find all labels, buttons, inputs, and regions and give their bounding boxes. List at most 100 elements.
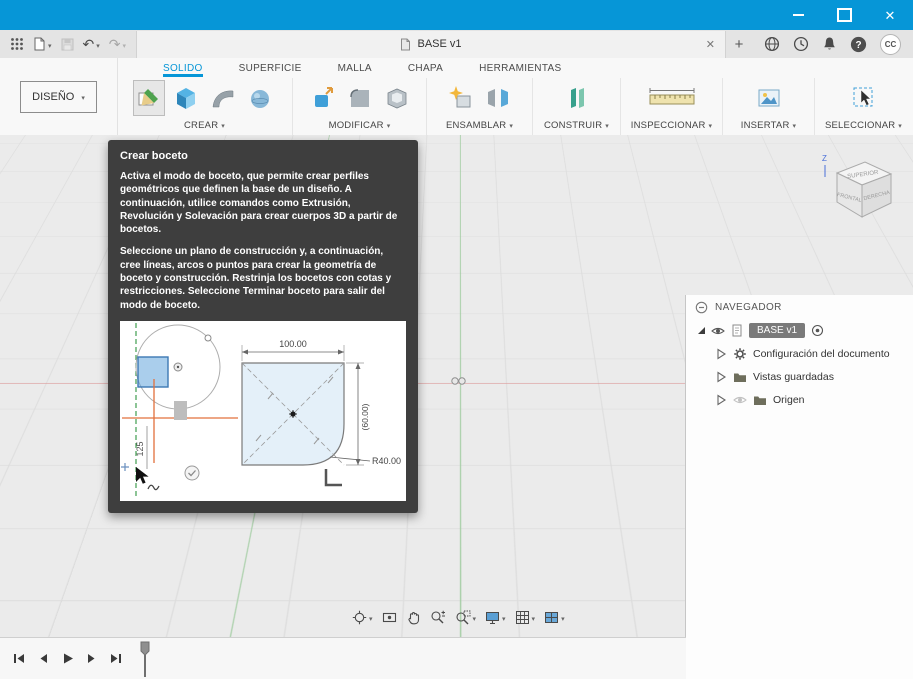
- step-back-icon: [37, 652, 50, 665]
- close-button[interactable]: ✕: [867, 0, 913, 30]
- group-label: ENSAMBLAR: [446, 120, 506, 131]
- web-home-button[interactable]: [764, 36, 780, 52]
- visibility-off-eye-icon[interactable]: [733, 394, 747, 406]
- y-axis-line: [460, 135, 470, 679]
- group-insertar-dropdown[interactable]: INSERTAR: [741, 120, 796, 131]
- caret-expanded-icon[interactable]: [698, 327, 705, 334]
- root-component-name[interactable]: BASE v1: [749, 323, 805, 338]
- create-sketch-button[interactable]: [133, 80, 165, 116]
- timeline-step-back-button[interactable]: [37, 652, 50, 665]
- file-menu-button[interactable]: [33, 35, 52, 53]
- user-avatar[interactable]: CC: [880, 34, 901, 55]
- group-construir: CONSTRUIR: [533, 78, 621, 135]
- insert-image-button[interactable]: [753, 80, 785, 116]
- browser-row-origin[interactable]: Origen: [686, 388, 913, 411]
- display-settings-button[interactable]: [485, 608, 506, 626]
- activate-component-icon[interactable]: [811, 324, 824, 337]
- extrude-button[interactable]: [170, 80, 202, 116]
- zoom-icon: [430, 610, 446, 625]
- shell-button[interactable]: [381, 80, 413, 116]
- group-crear-dropdown[interactable]: CREAR: [184, 120, 225, 131]
- new-tab-button[interactable]: +: [726, 31, 752, 58]
- view-cube[interactable]: Z SUPERIOR FRONTAL DERECHA: [815, 147, 899, 231]
- quick-access-toolbar: ↶ ↷: [0, 35, 136, 53]
- dropdown-caret-icon: [532, 608, 536, 626]
- construction-plane-button[interactable]: [561, 80, 593, 116]
- sweep-icon: [210, 85, 236, 111]
- press-pull-icon: [310, 85, 336, 111]
- zoom-window-icon: [455, 610, 471, 625]
- look-at-button[interactable]: [382, 610, 397, 625]
- skip-to-end-icon: [109, 652, 123, 665]
- sphere-button[interactable]: [244, 80, 276, 116]
- browser-row-document-settings[interactable]: Configuración del documento: [686, 342, 913, 365]
- tab-malla[interactable]: MALLA: [338, 63, 372, 77]
- group-inspeccionar-dropdown[interactable]: INSPECCIONAR: [631, 120, 712, 131]
- tab-chapa[interactable]: CHAPA: [408, 63, 443, 77]
- minimize-button[interactable]: [775, 0, 821, 30]
- new-component-button[interactable]: [445, 80, 477, 116]
- tab-solido[interactable]: SOLIDO: [163, 63, 203, 77]
- group-label: SELECCIONAR: [825, 120, 895, 131]
- select-button[interactable]: [848, 80, 880, 116]
- timeline-go-to-end-button[interactable]: [109, 652, 123, 665]
- group-seleccionar-dropdown[interactable]: SELECCIONAR: [825, 120, 902, 131]
- fillet-button[interactable]: [344, 80, 376, 116]
- component-document-icon: [731, 324, 743, 337]
- sweep-button[interactable]: [207, 80, 239, 116]
- joint-button[interactable]: [482, 80, 514, 116]
- minimize-icon: [793, 14, 804, 16]
- model-viewport[interactable]: Z SUPERIOR FRONTAL DERECHA Crear boceto …: [0, 135, 913, 679]
- workspace-dropdown-button[interactable]: DISEÑO: [20, 81, 97, 113]
- group-modificar-dropdown[interactable]: MODIFICAR: [329, 120, 391, 131]
- timeline-position-marker[interactable]: [138, 641, 152, 678]
- viewports-button[interactable]: [544, 608, 565, 626]
- display-settings-icon: [485, 610, 500, 625]
- tab-close-button[interactable]: ✕: [706, 38, 715, 51]
- tooltip-paragraph-1: Activa el modo de boceto, que permite cr…: [120, 170, 406, 236]
- redo-button[interactable]: ↷: [109, 35, 126, 53]
- caret-collapsed-icon[interactable]: [716, 371, 727, 383]
- tab-herramientas[interactable]: HERRAMIENTAS: [479, 63, 561, 77]
- browser-root-row[interactable]: BASE v1: [686, 319, 913, 342]
- notifications-button[interactable]: [822, 36, 837, 52]
- bell-icon: [822, 36, 837, 52]
- zoom-button[interactable]: [430, 610, 446, 625]
- undo-button[interactable]: ↶: [83, 35, 100, 53]
- press-pull-button[interactable]: [307, 80, 339, 116]
- clock-icon: [793, 36, 809, 52]
- create-sketch-tooltip: Crear boceto Activa el modo de boceto, q…: [108, 140, 418, 513]
- dropdown-caret-icon: [561, 608, 565, 626]
- timeline-play-button[interactable]: [61, 652, 74, 665]
- collapse-panel-icon[interactable]: [695, 301, 708, 314]
- save-button[interactable]: [61, 38, 74, 51]
- save-icon: [61, 38, 74, 51]
- group-label: CREAR: [184, 120, 218, 131]
- app-grid-button[interactable]: [10, 37, 24, 51]
- tooltip-title: Crear boceto: [120, 150, 406, 162]
- measure-button[interactable]: [646, 80, 698, 116]
- maximize-button[interactable]: [821, 0, 867, 30]
- dropdown-caret-icon: [96, 35, 100, 53]
- caret-collapsed-icon[interactable]: [716, 394, 727, 406]
- file-icon: [33, 37, 46, 51]
- group-construir-dropdown[interactable]: CONSTRUIR: [544, 120, 609, 131]
- workspace-label: DISEÑO: [32, 91, 74, 103]
- document-tab[interactable]: BASE v1 ✕: [136, 31, 726, 58]
- help-button[interactable]: ?: [850, 36, 867, 53]
- tab-superficie[interactable]: SUPERFICIE: [239, 63, 302, 77]
- visibility-eye-icon[interactable]: [711, 325, 725, 337]
- tab-bar: ↶ ↷ BASE v1 ✕ + ?: [0, 30, 913, 59]
- dropdown-caret-icon: [123, 35, 127, 53]
- browser-row-saved-views[interactable]: Vistas guardadas: [686, 365, 913, 388]
- timeline-step-forward-button[interactable]: [85, 652, 98, 665]
- recent-files-button[interactable]: [793, 36, 809, 52]
- timeline-go-to-start-button[interactable]: [12, 652, 26, 665]
- grid-snap-button[interactable]: [515, 608, 536, 626]
- zoom-window-button[interactable]: [455, 608, 477, 626]
- group-ensamblar-dropdown[interactable]: ENSAMBLAR: [446, 120, 513, 131]
- group-ensamblar: ENSAMBLAR: [427, 78, 533, 135]
- pan-button[interactable]: [406, 610, 421, 625]
- caret-collapsed-icon[interactable]: [716, 348, 727, 360]
- orbit-button[interactable]: [352, 608, 373, 626]
